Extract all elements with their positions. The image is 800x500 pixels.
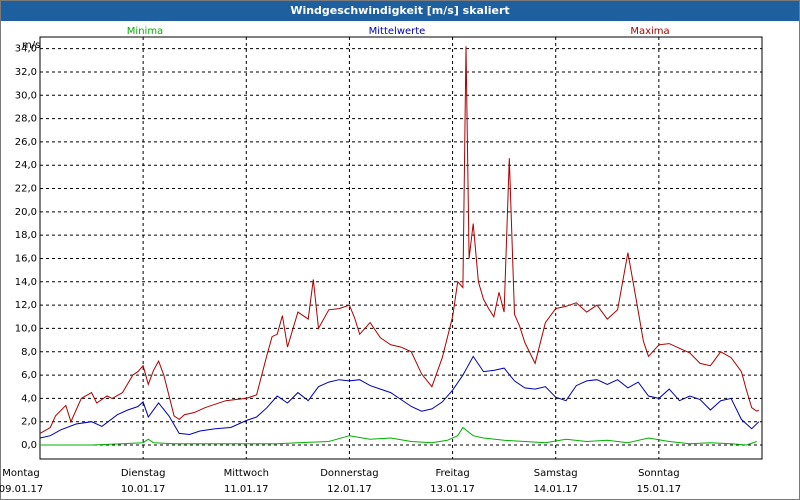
y-tick-label: 16,0	[15, 253, 37, 264]
y-tick-label: 8,0	[21, 347, 37, 358]
y-tick-label: 28,0	[15, 114, 37, 125]
y-tick-label: 34,0	[15, 44, 37, 55]
y-tick-label: 0,0	[21, 440, 37, 451]
x-tick-date-label: 09.01.17	[0, 484, 43, 495]
x-tick-day-label: Montag	[2, 468, 39, 479]
y-tick-label: 30,0	[15, 90, 37, 101]
x-tick-day-label: Sonntag	[638, 468, 680, 479]
line-chart: m/s Minima Mittelwerte Maxima 0,02,04,06…	[0, 26, 763, 495]
x-tick-day-label: Freitag	[435, 468, 469, 479]
x-tick-date-label: 11.01.17	[224, 484, 269, 495]
x-tick-date-label: 13.01.17	[430, 484, 475, 495]
series-lines	[39, 46, 760, 446]
y-tick-label: 10,0	[15, 323, 37, 334]
x-tick-day-label: Mittwoch	[224, 468, 269, 479]
legend-minima: Minima	[127, 26, 163, 37]
y-tick-label: 22,0	[15, 184, 37, 195]
y-tick-label: 32,0	[15, 67, 37, 78]
series-maxima-line	[39, 46, 760, 434]
y-tick-label: 20,0	[15, 207, 37, 218]
y-tick-label: 6,0	[21, 370, 37, 381]
x-tick-date-label: 10.01.17	[121, 484, 166, 495]
grid-lines	[40, 37, 762, 459]
y-tick-label: 4,0	[21, 393, 37, 404]
x-tick-day-label: Samstag	[534, 468, 578, 479]
y-tick-label: 24,0	[15, 160, 37, 171]
x-tick-date-label: 14.01.17	[533, 484, 578, 495]
x-tick-day-label: Donnerstag	[320, 468, 378, 479]
x-tick-day-label: Dienstag	[121, 468, 166, 479]
y-tick-label: 14,0	[15, 277, 37, 288]
y-tick-label: 18,0	[15, 230, 37, 241]
x-axis-ticks: Montag 09.01.17 Dienstag 10.01.17 Mittwoch 11…	[0, 468, 681, 495]
series-mittelwerte-line	[39, 355, 760, 439]
y-tick-label: 26,0	[15, 137, 37, 148]
x-tick-date-label: 15.01.17	[637, 484, 682, 495]
legend-mittelwerte: Mittelwerte	[369, 26, 426, 37]
y-axis-ticks: 0,0 2,0 4,0 6,0 8,0 10,0 12,0 14,0 16,0 18,0 20,0 2…	[15, 44, 37, 451]
y-tick-label: 2,0	[21, 417, 37, 428]
legend-maxima: Maxima	[630, 26, 669, 37]
y-tick-label: 12,0	[15, 300, 37, 311]
x-tick-date-label: 12.01.17	[327, 484, 372, 495]
plot-area	[39, 36, 763, 460]
series-minima-line	[40, 426, 757, 446]
